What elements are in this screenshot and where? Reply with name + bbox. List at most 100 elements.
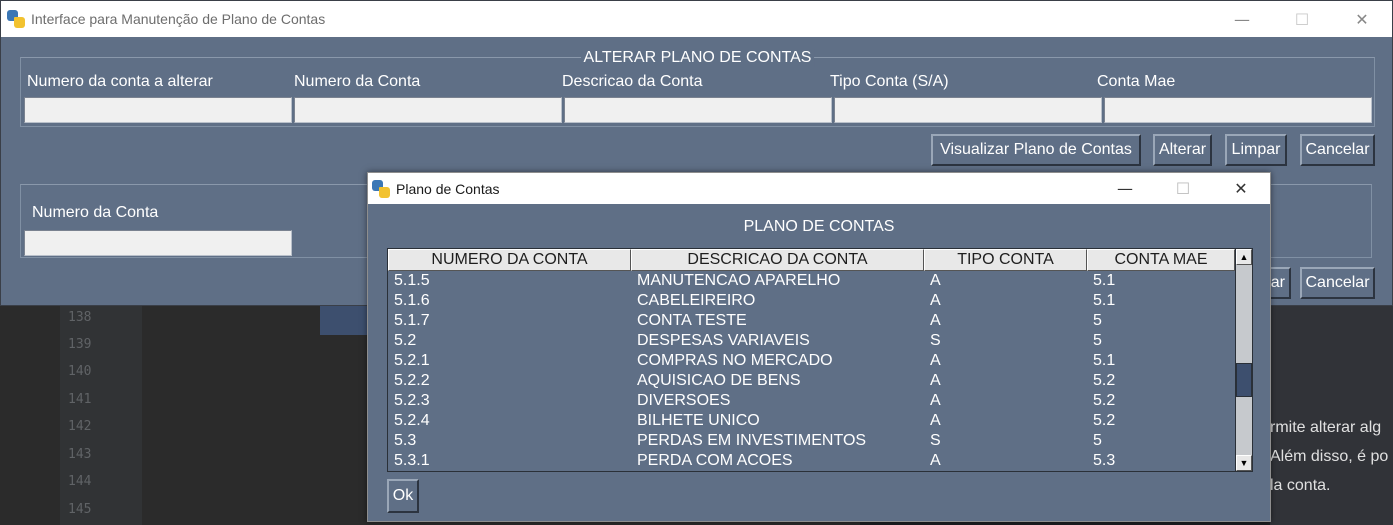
scroll-down-arrow-icon[interactable]: ▼ xyxy=(1236,455,1252,471)
scrollbar-thumb[interactable] xyxy=(1236,363,1252,397)
numero-conta-alterar-label: Numero da conta a alterar xyxy=(27,73,213,90)
table-row[interactable]: 5.1.6 CABELEIREIRO A 5.1 xyxy=(388,291,1237,311)
cell-numero: 5.3 xyxy=(394,432,417,449)
conta-mae-input[interactable] xyxy=(1104,97,1372,123)
table-row[interactable]: 5.1.7 CONTA TESTE A 5 xyxy=(388,311,1237,331)
numero-conta-input[interactable] xyxy=(294,97,562,123)
background-text-line: la conta. xyxy=(1270,477,1331,494)
python-icon xyxy=(7,10,25,28)
table-row[interactable]: 5.2 DESPESAS VARIAVEIS S 5 xyxy=(388,331,1237,351)
cell-conta-mae: 5.1 xyxy=(1093,292,1116,309)
cell-tipo: S xyxy=(930,332,941,349)
alterar-label: Alterar xyxy=(1158,141,1207,158)
close-icon[interactable]: ✕ xyxy=(1332,1,1392,37)
cell-numero: 5.2.4 xyxy=(394,412,430,429)
scroll-up-arrow-icon[interactable]: ▲ xyxy=(1236,249,1252,265)
cell-tipo: S xyxy=(930,432,941,449)
python-icon xyxy=(372,179,390,198)
ok-button[interactable]: Ok xyxy=(387,479,419,513)
dialog-titlebar[interactable]: Plano de Contas — ☐ ✕ xyxy=(368,173,1270,204)
cell-conta-mae: 5.2 xyxy=(1093,412,1116,429)
cell-tipo: A xyxy=(930,452,941,469)
background-text-line: rmite alterar alg xyxy=(1270,419,1382,436)
main-titlebar[interactable]: Interface para Manutenção de Plano de Co… xyxy=(1,1,1392,37)
table-scrollbar[interactable]: ▲ ▼ xyxy=(1235,248,1253,472)
cell-descricao: AQUISICAO DE BENS xyxy=(637,372,801,389)
cell-tipo: A xyxy=(930,312,941,329)
table-row[interactable]: 5.3.1 PERDA COM ACOES A 5.3 xyxy=(388,451,1237,471)
cell-numero: 5.3.1 xyxy=(394,452,430,469)
cell-descricao: CABELEIREIRO xyxy=(637,292,756,309)
cell-tipo: A xyxy=(930,352,941,369)
table-row[interactable]: 5.2.2 AQUISICAO DE BENS A 5.2 xyxy=(388,371,1237,391)
line-number: 144 xyxy=(68,474,92,489)
cell-numero: 5.2.1 xyxy=(394,352,430,369)
cell-tipo: A xyxy=(930,412,941,429)
limpar-label: Limpar xyxy=(1231,141,1281,158)
cell-descricao: DIVERSOES xyxy=(637,392,731,409)
table-row[interactable]: 5.1.5 MANUTENCAO APARELHO A 5.1 xyxy=(388,271,1237,291)
descricao-conta-label: Descricao da Conta xyxy=(562,73,703,90)
table-row[interactable]: 5.2.1 COMPRAS NO MERCADO A 5.1 xyxy=(388,351,1237,371)
line-number: 143 xyxy=(68,447,92,462)
numero-conta-label: Numero da Conta xyxy=(294,73,421,90)
cell-descricao: COMPRAS NO MERCADO xyxy=(637,352,833,369)
minimize-icon[interactable]: — xyxy=(1096,173,1154,204)
alterar-button[interactable]: Alterar xyxy=(1153,134,1212,166)
table-header: NUMERO DA CONTA DESCRICAO DA CONTA TIPO … xyxy=(388,249,1237,271)
table-row[interactable]: 5.2.4 BILHETE UNICO A 5.2 xyxy=(388,411,1237,431)
minimize-icon[interactable]: — xyxy=(1212,1,1272,37)
table-row[interactable]: 5.3 PERDAS EM INVESTIMENTOS S 5 xyxy=(388,431,1237,451)
close-icon[interactable]: ✕ xyxy=(1212,173,1270,204)
dialog-title: Plano de Contas xyxy=(396,180,500,197)
cell-conta-mae: 5.2 xyxy=(1093,372,1116,389)
cell-descricao: PERDA COM ACOES xyxy=(637,452,793,469)
cell-conta-mae: 5.1 xyxy=(1093,352,1116,369)
main-window-title: Interface para Manutenção de Plano de Co… xyxy=(31,11,326,27)
cell-descricao: MANUTENCAO APARELHO xyxy=(637,272,841,289)
cell-numero: 5.2.3 xyxy=(394,392,430,409)
cancelar-consulta-button[interactable]: Cancelar xyxy=(1300,267,1375,299)
cell-numero: 5.1.6 xyxy=(394,292,430,309)
numero-conta-consulta-input[interactable] xyxy=(24,230,292,256)
cell-tipo: A xyxy=(930,392,941,409)
partial-hidden-button-label: ar xyxy=(1270,274,1285,291)
alterar-group-title: ALTERAR PLANO DE CONTAS xyxy=(580,49,815,67)
ok-label: Ok xyxy=(392,487,414,504)
cancelar-label: Cancelar xyxy=(1305,141,1370,158)
numero-conta-consulta-label: Numero da Conta xyxy=(32,204,159,221)
cell-numero: 5.1.7 xyxy=(394,312,430,329)
cell-descricao: PERDAS EM INVESTIMENTOS xyxy=(637,432,867,449)
cell-conta-mae: 5.1 xyxy=(1093,272,1116,289)
limpar-button[interactable]: Limpar xyxy=(1225,134,1287,166)
column-header-conta-mae[interactable]: CONTA MAE xyxy=(1087,249,1235,271)
cancelar-button[interactable]: Cancelar xyxy=(1300,134,1375,166)
column-header-descricao[interactable]: DESCRICAO DA CONTA xyxy=(631,249,924,271)
cell-tipo: A xyxy=(930,292,941,309)
column-header-numero[interactable]: NUMERO DA CONTA xyxy=(388,249,631,271)
cancelar-consulta-label: Cancelar xyxy=(1305,274,1370,291)
conta-mae-label: Conta Mae xyxy=(1097,73,1176,90)
cell-descricao: BILHETE UNICO xyxy=(637,412,760,429)
descricao-conta-input[interactable] xyxy=(564,97,832,123)
contas-table[interactable]: NUMERO DA CONTA DESCRICAO DA CONTA TIPO … xyxy=(387,248,1238,472)
line-number: 139 xyxy=(68,337,92,352)
visualizar-plano-button[interactable]: Visualizar Plano de Contas xyxy=(931,134,1141,166)
line-number: 145 xyxy=(68,502,92,517)
plano-de-contas-dialog: Plano de Contas — ☐ ✕ PLANO DE CONTAS NU… xyxy=(367,172,1271,522)
maximize-icon[interactable]: ☐ xyxy=(1154,173,1212,204)
cell-numero: 5.2 xyxy=(394,332,417,349)
line-number: 140 xyxy=(68,364,92,379)
cell-descricao: CONTA TESTE xyxy=(637,312,747,329)
column-header-tipo[interactable]: TIPO CONTA xyxy=(924,249,1087,271)
visualizar-plano-label: Visualizar Plano de Contas xyxy=(940,141,1132,158)
cell-numero: 5.2.2 xyxy=(394,372,430,389)
numero-conta-alterar-input[interactable] xyxy=(24,97,292,123)
maximize-icon[interactable]: ☐ xyxy=(1272,1,1332,37)
line-number: 141 xyxy=(68,392,92,407)
tipo-conta-input[interactable] xyxy=(834,97,1102,123)
tipo-conta-label: Tipo Conta (S/A) xyxy=(830,73,949,90)
dialog-heading: PLANO DE CONTAS xyxy=(743,218,895,235)
background-button-fragment xyxy=(320,305,368,335)
table-row[interactable]: 5.2.3 DIVERSOES A 5.2 xyxy=(388,391,1237,411)
